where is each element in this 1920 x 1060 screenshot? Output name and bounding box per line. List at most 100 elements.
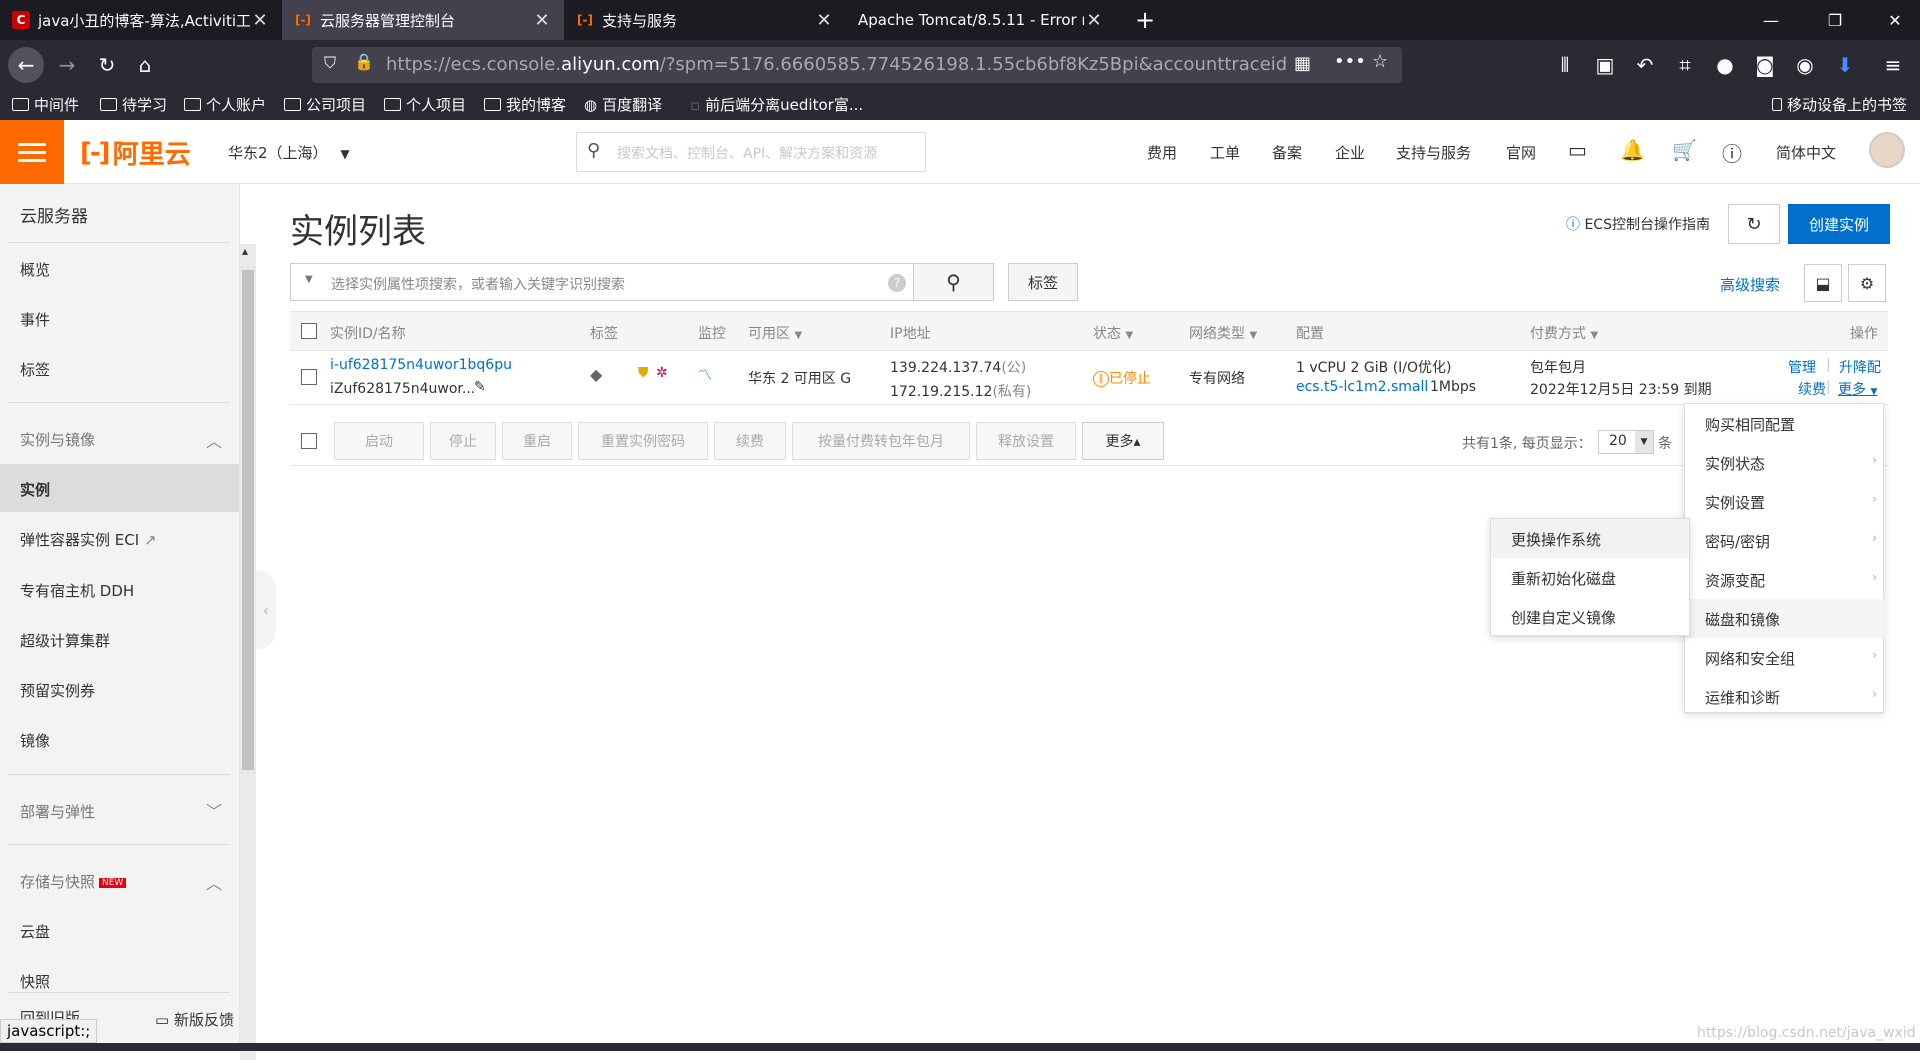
batch-more-button[interactable]: 更多▴: [1082, 422, 1164, 460]
url-bar[interactable]: ⛉ 🔒 https://ecs.console.aliyun.com/?spm=…: [312, 47, 1402, 83]
question-icon[interactable]: ?: [888, 274, 906, 292]
manage-link[interactable]: 管理: [1788, 357, 1816, 377]
cart-icon[interactable]: 🛒: [1672, 138, 1697, 162]
monitoring-chart-icon[interactable]: 〽: [698, 365, 712, 385]
more-actions-link[interactable]: 更多 ▼: [1838, 379, 1877, 399]
batch-select-checkbox[interactable]: [301, 433, 317, 449]
bookmark-folder[interactable]: 个人账户: [184, 94, 266, 115]
create-instance-button[interactable]: 创建实例: [1788, 204, 1890, 244]
bookmark-folder[interactable]: 我的博客: [484, 94, 566, 115]
menu-item-instance-status[interactable]: 实例状态 ›: [1685, 443, 1885, 482]
home-icon[interactable]: ⌂: [128, 48, 162, 82]
bookmark-star-icon[interactable]: ☆: [1372, 51, 1388, 72]
help-icon[interactable]: ⓘ: [1722, 138, 1742, 167]
extension-icon[interactable]: ◙: [1748, 48, 1782, 82]
back-icon[interactable]: ←: [8, 47, 44, 83]
stop-button[interactable]: 停止: [430, 422, 496, 460]
sidebar-item-overview[interactable]: 概览: [20, 259, 50, 280]
restore-icon[interactable]: ❐: [1810, 0, 1860, 40]
nav-enterprise[interactable]: 企业: [1335, 142, 1365, 163]
menu-item-resource-change[interactable]: 资源变配 ›: [1685, 560, 1885, 599]
menu-item-password-key[interactable]: 密码/密钥 ›: [1685, 521, 1885, 560]
chevron-up-icon[interactable]: ︿: [206, 428, 222, 452]
edit-icon[interactable]: ✎: [474, 379, 486, 395]
terminal-icon[interactable]: ▭: [1568, 138, 1587, 162]
chevron-down-icon[interactable]: ﹀: [206, 798, 222, 822]
tab-support[interactable]: [-] 支持与服务 ✕: [564, 0, 846, 40]
crop-icon[interactable]: ⌗: [1668, 48, 1702, 82]
feedback-link[interactable]: ▭ 新版反馈: [155, 1009, 234, 1030]
reset-password-button[interactable]: 重置实例密码: [578, 422, 708, 460]
close-icon[interactable]: ✕: [532, 10, 552, 31]
sidebar-item-images[interactable]: 镜像: [20, 730, 50, 751]
renew-button[interactable]: 续费: [714, 422, 786, 460]
instance-filter-input[interactable]: ▼ 选择实例属性项搜索，或者输入关键字识别搜索 ?: [290, 263, 914, 301]
sidebar-item-ddh[interactable]: 专有宿主机 DDH: [20, 580, 134, 601]
close-icon[interactable]: ✕: [814, 10, 834, 31]
instance-id-link[interactable]: i-uf628175n4uwor1bq6pu: [330, 357, 512, 373]
resize-link[interactable]: 升降配: [1839, 357, 1881, 377]
menu-item-reinit-disk[interactable]: 重新初始化磁盘: [1491, 558, 1689, 597]
search-button[interactable]: ⚲: [914, 263, 994, 301]
page-size-select[interactable]: 20 ▼: [1598, 430, 1654, 454]
tag-icon[interactable]: ◆: [590, 365, 602, 384]
bell-icon[interactable]: 🔔: [1620, 138, 1645, 162]
sidebar-item-snapshots[interactable]: 快照: [20, 971, 50, 992]
sidebar-item-events[interactable]: 事件: [20, 309, 50, 330]
account-icon[interactable]: ◉: [1788, 48, 1822, 82]
column-billing[interactable]: 付费方式 ▼: [1530, 323, 1598, 343]
release-settings-button[interactable]: 释放设置: [976, 422, 1076, 460]
menu-item-change-os[interactable]: 更换操作系统: [1491, 519, 1689, 558]
renew-link[interactable]: 续费: [1798, 379, 1826, 399]
sidebar-item-eci[interactable]: 弹性容器实例 ECI ↗: [20, 529, 157, 550]
chat-icon[interactable]: ●: [1708, 48, 1742, 82]
url-text[interactable]: https://ecs.console.aliyun.com/?spm=5176…: [386, 54, 1286, 75]
menu-item-disk-image[interactable]: 磁盘和镜像: [1685, 599, 1885, 638]
bookmark-folder[interactable]: 待学习: [100, 94, 167, 115]
library-icon[interactable]: ⫴: [1548, 48, 1582, 82]
export-button[interactable]: ⬓: [1804, 264, 1842, 302]
scrollbar-thumb[interactable]: [242, 270, 254, 770]
global-search-input[interactable]: ⚲ 搜索文档、控制台、API、解决方案和资源: [576, 132, 926, 172]
convert-billing-button[interactable]: 按量付费转包年包月: [792, 422, 970, 460]
sidebar-group-instances[interactable]: 实例与镜像: [20, 429, 95, 450]
sidebar-collapse-handle[interactable]: ‹: [256, 570, 276, 650]
plugin-icon[interactable]: ✲: [656, 365, 668, 381]
menu-item-instance-settings[interactable]: 实例设置 ›: [1685, 482, 1885, 521]
forward-icon[interactable]: →: [50, 48, 84, 82]
avatar[interactable]: [1869, 132, 1905, 168]
security-icon[interactable]: ⛊: [638, 365, 649, 381]
sidebar-item-disks[interactable]: 云盘: [20, 921, 50, 942]
settings-button[interactable]: ⚙: [1848, 264, 1886, 302]
nav-filing[interactable]: 备案: [1272, 142, 1302, 163]
page-actions-icon[interactable]: •••: [1334, 51, 1366, 72]
qr-icon[interactable]: ▦: [1294, 53, 1311, 74]
nav-billing[interactable]: 费用: [1147, 142, 1177, 163]
menu-item-create-image[interactable]: 创建自定义镜像: [1491, 597, 1689, 636]
close-icon[interactable]: ✕: [250, 10, 270, 31]
sidebar-item-tags[interactable]: 标签: [20, 359, 50, 380]
tab-ecs-console[interactable]: [-] 云服务器管理控制台 ✕: [282, 0, 564, 40]
select-all-checkbox[interactable]: [301, 323, 317, 339]
guide-link[interactable]: ⓘ ECS控制台操作指南: [1566, 214, 1710, 234]
hamburger-menu-button[interactable]: [0, 120, 64, 184]
caret-down-icon[interactable]: ▼: [305, 274, 313, 285]
instance-type-link[interactable]: ecs.t5-lc1m2.small: [1296, 379, 1428, 395]
column-zone[interactable]: 可用区 ▼: [748, 323, 802, 343]
tag-filter-button[interactable]: 标签: [1008, 263, 1078, 301]
menu-item-network-security[interactable]: 网络和安全组 ›: [1685, 638, 1885, 677]
sidebar-group-deploy[interactable]: 部署与弹性: [20, 801, 95, 822]
nav-official-site[interactable]: 官网: [1506, 142, 1536, 163]
refresh-button[interactable]: ↻: [1728, 204, 1780, 244]
nav-tickets[interactable]: 工单: [1210, 142, 1240, 163]
close-icon[interactable]: ✕: [1084, 10, 1104, 31]
region-selector[interactable]: 华东2（上海） ▼: [228, 142, 350, 163]
column-network[interactable]: 网络类型 ▼: [1189, 323, 1257, 343]
shield-icon[interactable]: ⛉: [324, 53, 336, 73]
aliyun-logo[interactable]: [-] 阿里云: [80, 134, 191, 171]
sidebar-item-instances[interactable]: 实例: [20, 479, 50, 500]
lock-icon[interactable]: 🔒: [354, 52, 374, 71]
start-button[interactable]: 启动: [334, 422, 424, 460]
menu-item-buy-same[interactable]: 购买相同配置: [1685, 404, 1885, 443]
tab-blog[interactable]: C java小丑的博客-算法,Activiti工 ✕: [0, 0, 282, 40]
